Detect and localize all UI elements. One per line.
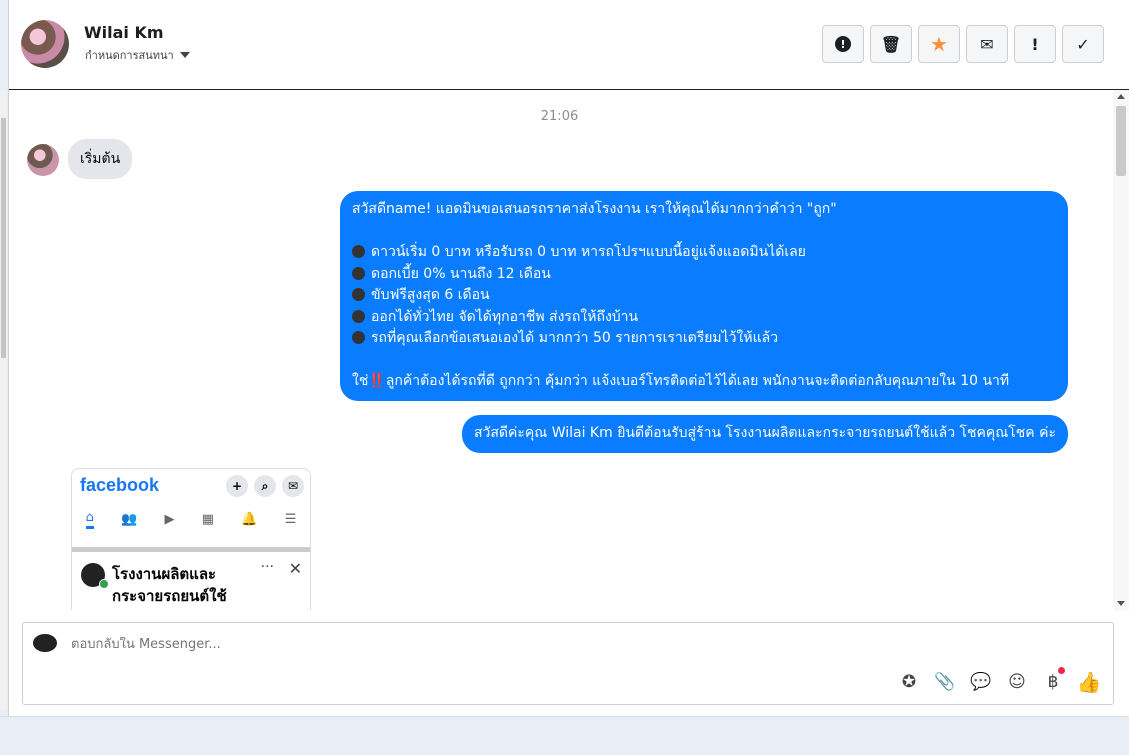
caret-down-icon [179,52,190,58]
menu-icon: ☰ [284,511,297,527]
more-icon: ··· [260,559,274,575]
message-line: ดอกเบี้ย 0% นานถึง 12 เดือน [371,265,551,282]
sender-avatar [27,144,59,176]
composer-tools: ✪ 📎 💬 ☺ ฿ 👍 [897,667,1102,694]
incoming-message[interactable]: เริ่มต้น [68,139,133,179]
message-line: สวัสดีname! แอดมินขอเสนอรถราคาส่งโรงงาน … [352,201,837,217]
message-line: รถที่คุณเลือกข้อเสนอเองได้ มากกว่า 50 รา… [371,330,779,346]
header-actions: ! 🗑 ★ ✉ ! ✓ [822,25,1104,63]
contact-name[interactable]: Wilai Km [84,23,164,42]
exclamation-icon: ! [1031,34,1039,54]
star-icon: ★ [930,32,948,56]
car-emoji-icon [352,288,365,301]
payment-button[interactable]: ฿ [1041,667,1065,694]
image-attachment[interactable]: facebook + ⌕ ✉ ⌂ 👥 ▶ ▦ 🔔 ☰ โรงงานผลิตและ… [71,468,311,610]
online-status-dot [99,579,109,589]
contact-avatar[interactable] [21,20,69,68]
message-line: ลูกค้าต้องได้รถที่ดี ถูกกว่า คุ้มกว่า แจ… [385,373,1010,389]
search-icon: ⌕ [254,475,276,497]
car-emoji-icon [352,309,365,323]
message-timestamp: 21:06 [540,109,579,124]
envelope-icon: ✉ [980,34,994,54]
plus-icon: + [226,475,248,497]
left-scrollbar[interactable] [0,90,7,710]
page-avatar [33,634,57,652]
chat-bubble-icon: 💬 [970,672,992,692]
car-emoji-icon [352,331,365,344]
reply-input[interactable] [71,637,771,652]
message-line: ดาวน์เริ่ม 0 บาท หรือรับรถ 0 บาท หารถโปร… [371,244,806,260]
message-list[interactable]: 21:06 เริ่มต้น สวัสดีname! แอดมินขอเสนอร… [9,90,1110,610]
notification-dot [1058,667,1065,674]
message-line: ใช่ [352,373,369,389]
outgoing-message[interactable]: สวัสดีname! แอดมินขอเสนอรถราคาส่งโรงงาน … [340,191,1068,401]
double-exclamation-icon: ‼️ [368,373,386,389]
car-emoji-icon [352,266,365,280]
baht-icon: ฿ [1047,672,1059,692]
thumbs-up-icon: 👍 [1076,670,1102,694]
emoji-button[interactable]: ☺ [1005,670,1029,694]
alert-icon: ! [835,36,851,52]
delete-button[interactable]: 🗑 [870,25,912,63]
marketplace-icon: ▦ [201,511,215,527]
message-scrollbar[interactable] [1113,90,1129,610]
reply-composer: ✪ 📎 💬 ☺ ฿ 👍 [22,622,1114,705]
assign-conversation-dropdown[interactable]: กำหนดการสนทนา [85,46,190,64]
messenger-icon: ✉ [282,475,304,497]
car-emoji-icon [352,245,365,258]
mark-unread-button[interactable]: ✉ [966,25,1008,63]
conversation-header: Wilai Km กำหนดการสนทนา ! 🗑 ★ ✉ ! ✓ [9,0,1129,90]
bell-icon: 🔔 [241,511,258,527]
divider [72,547,310,552]
attach-button[interactable]: 📎 [933,670,957,694]
faq-button[interactable]: 💬 [969,670,993,694]
fb-toolbar: + ⌕ ✉ [226,475,304,497]
video-icon: ▶ [164,511,175,527]
message-line: ออกได้ทั่วไทย จัดได้ทุกอาชีพ ส่งรถให้ถึง… [371,308,639,325]
home-icon: ⌂ [85,510,94,529]
conversation-panel: Wilai Km กำหนดการสนทนา ! 🗑 ★ ✉ ! ✓ 21:06… [8,0,1129,716]
facebook-logo: facebook [80,475,160,495]
like-button[interactable]: 👍 [1076,670,1102,694]
friends-icon: 👥 [121,511,138,527]
fb-nav-bar: ⌂ 👥 ▶ ▦ 🔔 ☰ [72,505,310,533]
message-line: ขับฟรีสูงสุด 6 เดือน [371,287,490,303]
important-button[interactable]: ! [1014,25,1056,63]
close-icon: ✕ [288,559,302,578]
outgoing-message[interactable]: สวัสดีค่ะคุณ Wilai Km ยินดีต้อนรับสู่ร้า… [461,415,1068,453]
done-button[interactable]: ✓ [1062,25,1104,63]
page-title: โรงงานผลิตและกระจายรถยนต์ใช้ [112,565,227,605]
smiley-icon: ☺ [1008,672,1026,692]
page-footer-strip [0,716,1129,755]
paperclip-icon: 📎 [934,672,956,692]
scroll-down-icon[interactable] [1117,601,1125,606]
checkmark-icon: ✓ [1076,34,1090,54]
assign-label: กำหนดการสนทนา [85,49,174,62]
trash-icon: 🗑 [880,34,902,54]
saved-reply-icon: ✪ [901,672,917,692]
scrollbar-thumb[interactable] [1116,106,1126,176]
scroll-up-icon[interactable] [1117,94,1125,99]
saved-reply-button[interactable]: ✪ [897,670,921,694]
star-button[interactable]: ★ [918,25,960,63]
report-button[interactable]: ! [822,25,864,63]
